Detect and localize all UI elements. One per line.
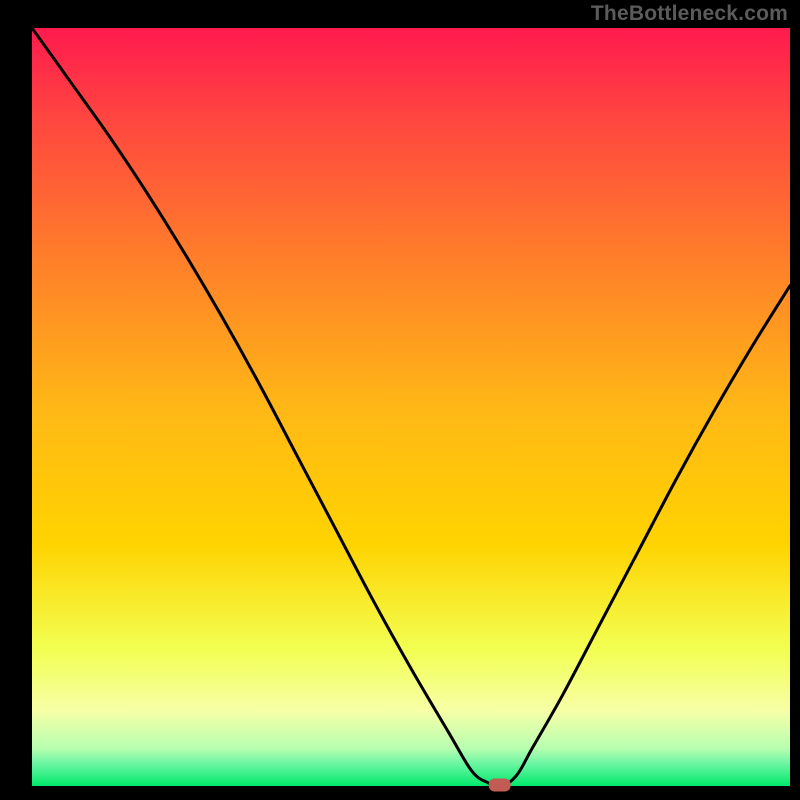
bottleneck-chart xyxy=(0,0,800,800)
chart-stage: TheBottleneck.com xyxy=(0,0,800,800)
optimal-marker xyxy=(489,779,511,792)
watermark-text: TheBottleneck.com xyxy=(591,2,788,26)
